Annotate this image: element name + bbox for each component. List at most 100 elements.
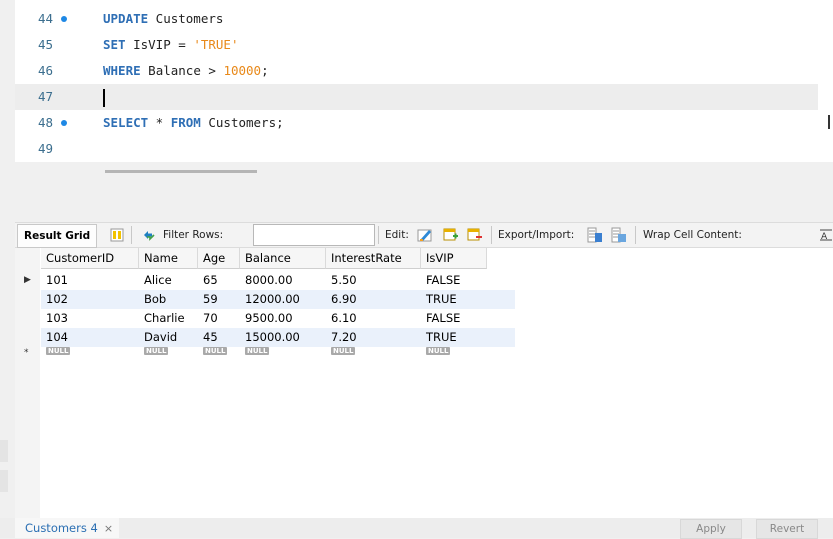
null-placeholder-badge[interactable]: NULL: [46, 347, 71, 355]
edit-current-row-icon[interactable]: [417, 227, 433, 243]
table-cell[interactable]: TRUE: [421, 328, 487, 347]
column-header[interactable]: CustomerID: [41, 248, 139, 269]
column-header[interactable]: InterestRate: [326, 248, 421, 269]
sql-editor[interactable]: 44 UPDATE Customers 45 SET IsVIP = 'TRUE' 46…: [15, 0, 833, 162]
code-line[interactable]: 47: [15, 84, 818, 110]
code-text: [103, 84, 105, 110]
form-editor-icon[interactable]: [109, 227, 125, 243]
toolbar-separator: [635, 226, 636, 244]
toolbar-separator: [378, 226, 379, 244]
statement-marker-icon[interactable]: [61, 120, 67, 126]
table-cell[interactable]: 104: [41, 328, 139, 347]
column-header[interactable]: Age: [198, 248, 240, 269]
table-cell[interactable]: 103: [41, 309, 139, 328]
line-number: 46: [38, 63, 54, 78]
line-number: 49: [38, 141, 54, 156]
sql-keyword: UPDATE: [103, 11, 149, 26]
revert-button[interactable]: Revert: [756, 519, 818, 539]
sql-keyword: WHERE: [103, 63, 141, 78]
line-number: 45: [38, 37, 54, 52]
column-header[interactable]: IsVIP: [421, 248, 487, 269]
code-line[interactable]: 44 UPDATE Customers: [15, 6, 818, 32]
table-cell[interactable]: FALSE: [421, 309, 487, 328]
sql-text: Customers;: [200, 115, 284, 130]
column-header[interactable]: Name: [139, 248, 198, 269]
table-cell[interactable]: Charlie: [139, 309, 198, 328]
table-cell[interactable]: 7.20: [326, 328, 421, 347]
sql-keyword: SET: [103, 37, 126, 52]
sql-text: Balance >: [140, 63, 224, 78]
table-cell[interactable]: 45: [198, 328, 240, 347]
editor-horizontal-scrollbar[interactable]: [105, 170, 257, 173]
null-placeholder-badge[interactable]: NULL: [203, 347, 228, 355]
table-cell[interactable]: 65: [198, 271, 240, 290]
filter-rows-input[interactable]: [253, 224, 375, 246]
sql-literal: 'TRUE': [193, 37, 239, 52]
null-placeholder-badge[interactable]: NULL: [144, 347, 169, 355]
code-line[interactable]: 48 SELECT * FROM Customers;: [15, 110, 818, 136]
sql-keyword: FROM: [170, 115, 201, 130]
code-line[interactable]: 46 WHERE Balance > 10000;: [15, 58, 818, 84]
edit-label: Edit:: [385, 229, 409, 241]
null-placeholder-badge[interactable]: NULL: [426, 347, 451, 355]
table-cell[interactable]: David: [139, 328, 198, 347]
table-cell[interactable]: Alice: [139, 271, 198, 290]
sql-text: IsVIP =: [125, 37, 194, 52]
table-cell[interactable]: 102: [41, 290, 139, 309]
sql-text: ;: [261, 63, 269, 78]
editor-scroll-marker: [828, 115, 830, 129]
code-line[interactable]: 49: [15, 136, 818, 162]
current-row-icon: ▶: [24, 275, 31, 285]
table-cell[interactable]: 6.90: [326, 290, 421, 309]
import-icon[interactable]: [611, 227, 627, 243]
column-header[interactable]: Balance: [240, 248, 326, 269]
wrap-text-icon[interactable]: A: [819, 227, 833, 243]
bottom-bar: Customers 4 × Apply Revert: [0, 518, 833, 539]
table-cell[interactable]: 70: [198, 309, 240, 328]
table-cell[interactable]: FALSE: [421, 271, 487, 290]
close-icon[interactable]: ×: [104, 522, 113, 535]
sql-text: *: [148, 115, 171, 130]
export-icon[interactable]: [587, 227, 603, 243]
table-cell[interactable]: Bob: [139, 290, 198, 309]
refresh-icon[interactable]: [141, 227, 157, 243]
null-placeholder-badge[interactable]: NULL: [331, 347, 356, 355]
apply-button[interactable]: Apply: [680, 519, 742, 539]
new-row-icon: *: [24, 348, 29, 358]
left-panel-strip: [0, 0, 15, 538]
sql-literal: 10000: [223, 63, 262, 78]
table-cell[interactable]: 59: [198, 290, 240, 309]
export-import-label: Export/Import:: [498, 229, 575, 241]
table-cell[interactable]: 15000.00: [240, 328, 326, 347]
sql-keyword: SELECT: [103, 115, 149, 130]
code-text: WHERE Balance > 10000;: [103, 58, 269, 84]
code-text: SELECT * FROM Customers;: [103, 110, 284, 136]
insert-row-icon[interactable]: [443, 227, 459, 243]
line-number: 48: [38, 115, 54, 130]
statement-marker-icon[interactable]: [61, 16, 67, 22]
table-cell[interactable]: 12000.00: [240, 290, 326, 309]
text-caret: [103, 88, 105, 107]
result-grid-tab[interactable]: Result Grid: [17, 224, 98, 248]
wrap-cell-content-label: Wrap Cell Content:: [643, 229, 742, 241]
table-cell[interactable]: 6.10: [326, 309, 421, 328]
sql-text: Customers: [148, 11, 224, 26]
panel-splitter-tick: [0, 470, 8, 492]
result-grid[interactable]: CustomerID Name Age Balance InterestRate IsVI…: [15, 248, 833, 518]
table-cell[interactable]: 5.50: [326, 271, 421, 290]
code-line[interactable]: 45 SET IsVIP = 'TRUE': [15, 32, 818, 58]
table-cell[interactable]: TRUE: [421, 290, 487, 309]
null-placeholder-badge[interactable]: NULL: [245, 347, 270, 355]
panel-splitter-tick: [0, 440, 8, 462]
line-number: 47: [38, 89, 54, 104]
row-gutter: [15, 248, 40, 518]
line-number: 44: [38, 11, 54, 26]
result-tab-customers[interactable]: Customers 4 ×: [15, 518, 120, 538]
table-cell[interactable]: 101: [41, 271, 139, 290]
code-text: SET IsVIP = 'TRUE': [103, 32, 238, 58]
code-text: UPDATE Customers: [103, 6, 223, 32]
table-cell[interactable]: 9500.00: [240, 309, 326, 328]
table-cell[interactable]: 8000.00: [240, 271, 326, 290]
delete-row-icon[interactable]: [467, 227, 483, 243]
toolbar-separator: [131, 226, 132, 244]
